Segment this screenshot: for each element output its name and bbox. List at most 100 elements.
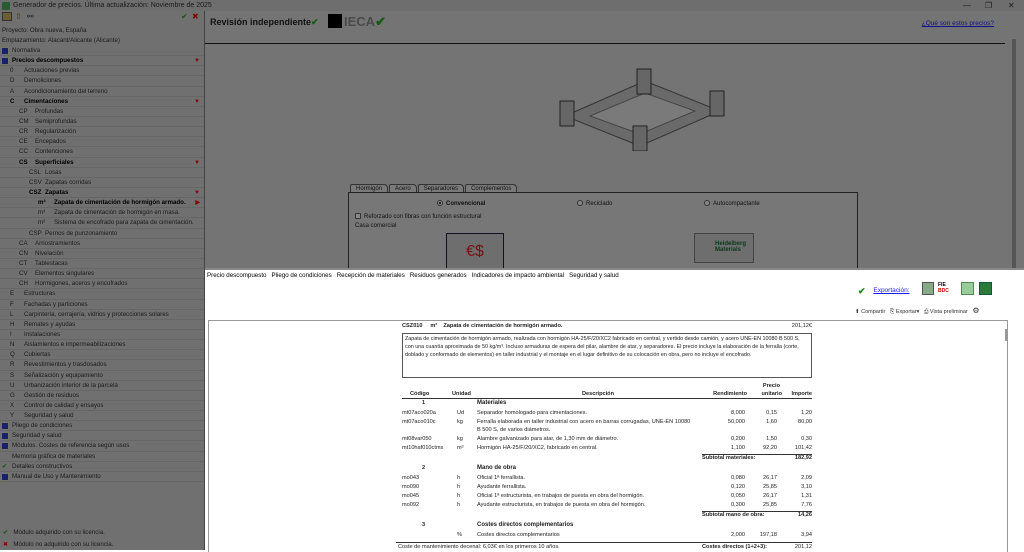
detail-tab-2[interactable]: Recepción de materiales <box>337 272 405 279</box>
export-excel-icon[interactable] <box>979 282 992 295</box>
tree-item[interactable]: Normativa <box>0 46 204 57</box>
tree-item-label: Hormigones, aceros y encofrados <box>35 280 128 288</box>
row-amount: 80,00 <box>798 419 812 425</box>
generic-price-button[interactable]: €$ <box>446 233 504 269</box>
close-button[interactable]: ✕ <box>1008 0 1015 11</box>
upload-icon[interactable]: ⇧ <box>15 12 22 21</box>
tree-item[interactable]: R Revestimientos y trasdosados <box>0 360 204 371</box>
export-button[interactable]: ⎘ Exportar▾ <box>890 309 920 315</box>
expand-arrow-icon[interactable]: ▼ <box>194 158 200 168</box>
tree-item[interactable]: D Demoliciones <box>0 76 204 87</box>
row-yield: 0,300 <box>731 502 745 508</box>
tree-item[interactable]: H Remates y ayudas <box>0 320 204 330</box>
detail-tab-3[interactable]: Residuos generados <box>410 272 467 279</box>
tree-item[interactable]: Q Cubiertas <box>0 350 204 361</box>
tree-item-code: U <box>10 381 15 389</box>
row-unit: h <box>457 484 461 490</box>
group-title: Costes directos complementarios <box>477 522 574 528</box>
detail-tab-5[interactable]: Seguridad y salud <box>569 272 619 279</box>
tree-item-label: Contenciones <box>35 148 73 156</box>
tree-item[interactable]: Manual de Uso y Mantenimiento <box>0 472 204 483</box>
tree-item[interactable]: ✔ Detalles constructivos <box>0 462 204 472</box>
cancel-icon[interactable]: ✖ <box>192 12 199 21</box>
tree-item[interactable]: CA Arriostramientos <box>0 239 204 249</box>
expand-arrow-icon[interactable]: ▼ <box>194 97 200 107</box>
expand-arrow-icon[interactable]: ▼ <box>194 188 200 198</box>
what-are-prices-link[interactable]: ¿Qué son estos precios? <box>922 20 994 27</box>
share-button[interactable]: ⬆ Compartir <box>855 309 885 315</box>
left-panel: ⇧ ⚯ ✔ ✖ Proyecto: Obra nueva, España Emp… <box>0 0 205 550</box>
tree-item[interactable]: CH Hormigones, aceros y encofrados <box>0 279 204 290</box>
table-header: Código Unidad Descripción Rendimiento Precio… <box>402 383 812 399</box>
tree-item[interactable]: I Instalaciones <box>0 330 204 341</box>
tree-item[interactable]: Precios descompuestos ▼ <box>0 56 204 67</box>
tree-item[interactable]: CSL Losas <box>0 168 204 178</box>
tree-item[interactable]: Y Seguridad y salud <box>0 411 204 422</box>
export-link[interactable]: Exportación: <box>873 287 909 294</box>
expand-arrow-icon[interactable]: ▼ <box>194 56 200 66</box>
tree-item[interactable]: CSZ Zapatas ▼ <box>0 188 204 199</box>
tree-item[interactable]: m² Sistema de encofrado para zapata de ci… <box>0 218 204 229</box>
export-fie-bdc-icon[interactable]: FIE BDC <box>938 282 955 296</box>
heidelberg-button[interactable]: Heidelberg Materials <box>694 233 754 263</box>
accept-icon[interactable]: ✔ <box>181 12 188 21</box>
tree-item[interactable]: Pliego de condiciones <box>0 421 204 432</box>
tree-item[interactable]: CT Tablestacas <box>0 259 204 270</box>
tree-item[interactable]: CSP Pernos de punzonamiento <box>0 229 204 239</box>
settings-icon[interactable]: ⚙ <box>972 306 979 315</box>
minimize-button[interactable]: — <box>963 0 971 11</box>
export-excel-light-icon[interactable] <box>961 282 974 295</box>
table-subtotal: Subtotal materiales: 182,92 <box>702 454 812 463</box>
tree-item[interactable]: CV Elementos singulares <box>0 269 204 280</box>
tree-item[interactable]: S Señalización y equipamiento <box>0 371 204 381</box>
tree-item[interactable]: G Gestión de residuos <box>0 391 204 401</box>
col-unit: Unidad <box>452 391 471 397</box>
row-unit: h <box>457 502 461 508</box>
scrollbar[interactable] <box>1012 39 1016 269</box>
tree-item[interactable]: CR Regularización <box>0 127 204 138</box>
share-label: Compartir <box>861 309 886 315</box>
document-scrollbar[interactable] <box>1005 329 1007 341</box>
tree-item-label: Carpintería, cerrajería, vidrios y prote… <box>24 310 169 318</box>
tree-item[interactable]: U Urbanización interior de la parcela <box>0 381 204 391</box>
app-icon <box>2 2 10 10</box>
tree-item[interactable]: CM Semiprofundas <box>0 117 204 128</box>
fiber-checkbox[interactable]: Reforzado con fibras con función estruct… <box>355 213 481 220</box>
tree-item[interactable]: Seguridad y salud <box>0 431 204 442</box>
footing-3d-image <box>559 68 725 151</box>
subtotal-label: Subtotal mano de obra: <box>702 512 765 518</box>
export-cad-icon[interactable] <box>922 282 934 295</box>
tree-item[interactable]: E Estructuras <box>0 289 204 300</box>
radio-reciclado[interactable]: Reciclado <box>577 200 612 207</box>
tree-item[interactable]: Memoria gráfica de materiales <box>0 452 204 462</box>
radio-convencional[interactable]: Convencional <box>437 200 485 207</box>
tree-item[interactable]: X Control de calidad y ensayos <box>0 401 204 412</box>
row-price: 0,15 <box>766 410 777 416</box>
tree-item[interactable]: m³ Zapata de cimentación de hormigón arma… <box>0 198 204 209</box>
row-yield: 8,000 <box>731 410 745 416</box>
tree-item[interactable]: N Aislamientos e impermeabilizaciones <box>0 340 204 351</box>
tree-item[interactable]: CE Encepados <box>0 137 204 148</box>
tree-item[interactable]: L Carpintería, cerrajería, vidrios y prot… <box>0 310 204 320</box>
module-icon <box>1 422 9 431</box>
tree-item[interactable]: C Cimentaciones ▼ <box>0 97 204 107</box>
tree-item[interactable]: CS Superficiales ▼ <box>0 158 204 168</box>
radio-autocompactante[interactable]: Autocompactante <box>704 200 760 207</box>
divider <box>205 43 1005 44</box>
detail-tab-1[interactable]: Pliego de condiciones <box>272 272 332 279</box>
tree-item[interactable]: 0 Actuaciones previas <box>0 66 204 77</box>
card-icon[interactable] <box>2 12 12 21</box>
tree-item[interactable]: CN Nivelación <box>0 249 204 259</box>
tree-item[interactable]: Módulos. Costes de referencia según usos <box>0 441 204 452</box>
detail-tab-0[interactable]: Precio descompuesto <box>207 272 267 279</box>
tree-item[interactable]: m³ Zapata de cimentación de hormigón en m… <box>0 208 204 219</box>
detail-tab-4[interactable]: Indicadores de impacto ambiental <box>472 272 565 279</box>
tree-item[interactable]: CSV Zapatas corridas <box>0 178 204 188</box>
preview-button[interactable]: ⎙ Vista preliminar <box>924 309 968 315</box>
tree-item[interactable]: CP Profundas <box>0 107 204 117</box>
tree-item[interactable]: F Fachadas y particiones <box>0 300 204 310</box>
tree-item[interactable]: CC Contenciones <box>0 147 204 158</box>
maximize-button[interactable]: ❐ <box>985 0 992 11</box>
tree-item[interactable]: A Acondicionamiento del terreno <box>0 87 204 97</box>
binoculars-icon[interactable]: ⚯ <box>27 12 34 21</box>
